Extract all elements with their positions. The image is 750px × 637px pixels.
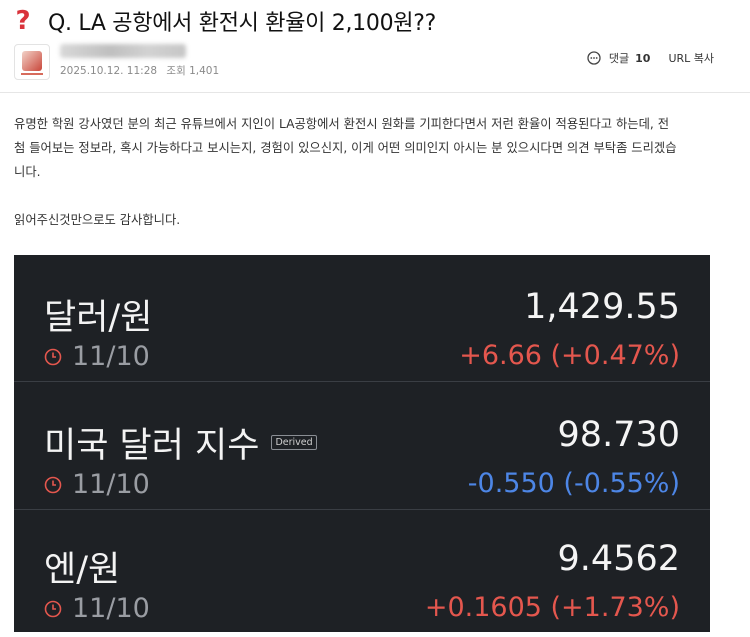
- derived-badge: Derived: [271, 435, 317, 450]
- comment-count[interactable]: 10: [635, 52, 650, 65]
- post-title-row: ? Q. LA 공항에서 환전시 환율이 2,100원??: [12, 4, 436, 38]
- post-actions: 댓글 10 URL 복사: [587, 50, 714, 66]
- row-divider: [14, 381, 710, 382]
- rate-date: 11/10: [44, 469, 150, 500]
- rate-row-dollar-index: 미국 달러 지수 Derived 11/10 98.730 -0.550 (-0…: [14, 383, 710, 501]
- rate-name: 미국 달러 지수 Derived: [44, 417, 317, 468]
- rate-name: 달러/원: [44, 298, 153, 338]
- question-mark-icon: ?: [15, 6, 31, 36]
- comment-icon[interactable]: [587, 51, 601, 65]
- author-name-blurred[interactable]: [60, 44, 186, 58]
- rate-change: -0.550 (-0.55%): [467, 468, 680, 499]
- url-copy-button[interactable]: URL 복사: [668, 50, 714, 66]
- rate-change: +6.66 (+0.47%): [459, 340, 680, 371]
- body-line: 읽어주신것만으로도 감사합니다.: [14, 213, 181, 227]
- rate-price: 1,429.55: [524, 287, 680, 327]
- rate-date-text: 11/10: [72, 469, 150, 500]
- body-line: 니다.: [14, 165, 41, 179]
- divider: [0, 92, 750, 93]
- avatar[interactable]: [14, 44, 50, 80]
- rate-date: 11/10: [44, 341, 150, 372]
- post-body: 유명한 학원 강사였던 분의 최근 유튜브에서 지인이 LA공항에서 환전시 원…: [14, 112, 718, 232]
- rate-name: 엔/원: [44, 550, 121, 590]
- rate-date-text: 11/10: [72, 593, 150, 624]
- comment-label[interactable]: 댓글: [609, 50, 629, 66]
- rate-change: +0.1605 (+1.73%): [424, 592, 680, 623]
- body-line: 첨 들어보는 정보라, 혹시 가능하다고 보시는지, 경험이 있으신지, 이게 …: [14, 141, 677, 155]
- rate-price: 9.4562: [557, 539, 680, 579]
- clock-icon: [44, 600, 62, 617]
- post-date-line: 2025.10.12. 11:28 조회 1,401: [60, 63, 225, 78]
- clock-icon: [44, 476, 62, 493]
- rate-price: 98.730: [557, 415, 680, 455]
- post-date: 2025.10.12. 11:28: [60, 65, 158, 77]
- exchange-rate-panel: 달러/원 11/10 1,429.55 +6.66 (+0.47%) 미국 달러…: [14, 255, 710, 632]
- avatar-caption: [21, 73, 43, 75]
- rate-date-text: 11/10: [72, 341, 150, 372]
- post-meta: 2025.10.12. 11:28 조회 1,401 댓글 10 URL 복사: [14, 44, 736, 80]
- avatar-image: [22, 51, 42, 71]
- clock-icon: [44, 348, 62, 365]
- post-title: Q. LA 공항에서 환전시 환율이 2,100원??: [48, 11, 436, 36]
- rate-date: 11/10: [44, 593, 150, 624]
- rate-row-usd-krw: 달러/원 11/10 1,429.55 +6.66 (+0.47%): [14, 255, 710, 373]
- view-count: 조회 1,401: [166, 65, 220, 77]
- rate-row-jpy-krw: 엔/원 11/10 9.4562 +0.1605 (+1.73%): [14, 507, 710, 625]
- body-line: 유명한 학원 강사였던 분의 최근 유튜브에서 지인이 LA공항에서 환전시 원…: [14, 117, 670, 131]
